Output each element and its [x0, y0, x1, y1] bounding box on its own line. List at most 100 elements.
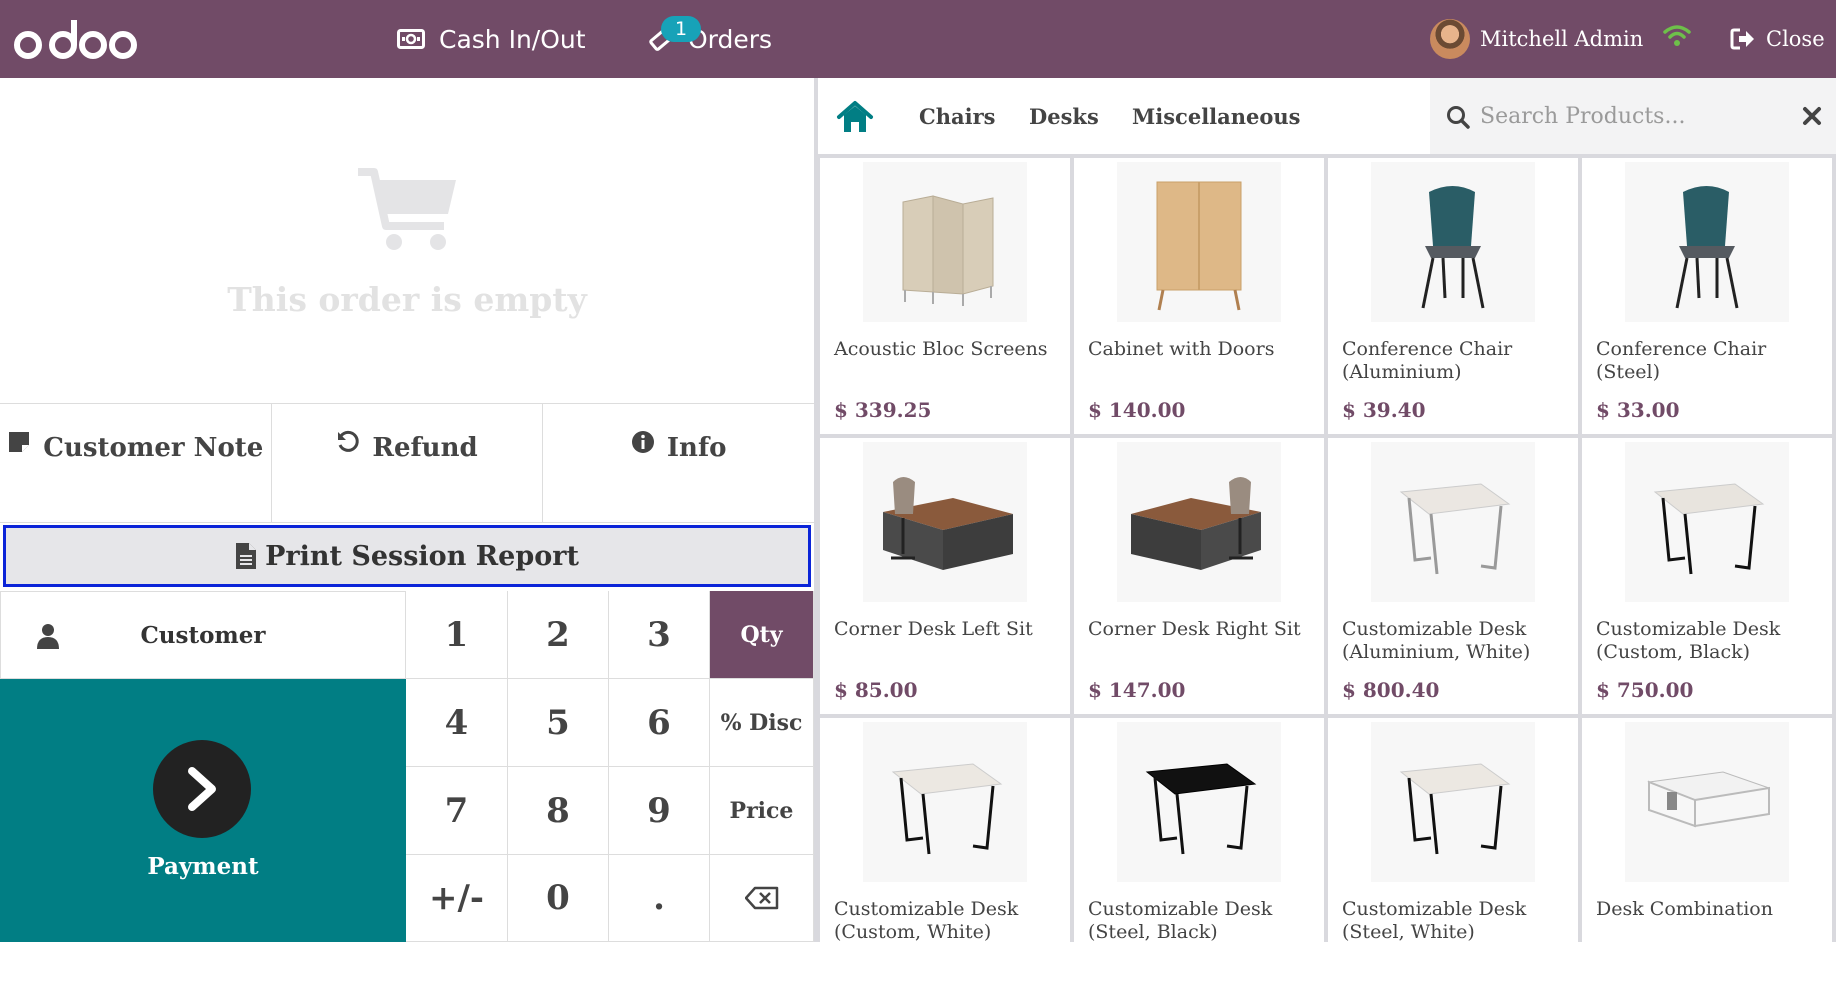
set-customer-button[interactable]: Customer	[0, 591, 406, 679]
product-card[interactable]: Customizable Desk (Steel, White)	[1328, 718, 1578, 994]
numpad-mode-price[interactable]: Price	[710, 767, 814, 855]
product-name: Cabinet with Doors	[1088, 338, 1275, 360]
product-image	[1625, 722, 1789, 882]
product-image	[1117, 162, 1281, 322]
product-name: Customizable Desk (Steel, White)	[1342, 898, 1527, 943]
numpad-key-2[interactable]: 2	[508, 591, 609, 679]
info-label: Info	[666, 433, 727, 463]
wifi-icon[interactable]	[1662, 24, 1692, 48]
numpad-key-9[interactable]: 9	[609, 767, 710, 855]
desk-black-legs-image	[1653, 483, 1765, 575]
numpad-key-7[interactable]: 7	[406, 767, 508, 855]
backspace-icon	[744, 886, 778, 910]
product-price: $ 750.00	[1596, 678, 1694, 702]
product-card[interactable]: Acoustic Bloc Screens $ 339.25	[820, 158, 1070, 434]
numpad-key-decimal[interactable]: .	[609, 855, 710, 942]
orders-count-badge: 1	[661, 16, 701, 42]
numpad-mode-qty[interactable]: Qty	[710, 591, 814, 679]
user-menu[interactable]: Mitchell Admin	[1430, 0, 1643, 78]
close-session-button[interactable]: Close	[1730, 0, 1825, 78]
cash-in-out-label: Cash In/Out	[439, 24, 586, 54]
product-price: $ 39.40	[1342, 398, 1426, 422]
product-price: $ 800.40	[1342, 678, 1440, 702]
print-session-report-label: Print Session Report	[265, 540, 579, 572]
cash-in-out-button[interactable]: Cash In/Out	[397, 0, 586, 78]
category-miscellaneous[interactable]: Miscellaneous	[1132, 78, 1300, 154]
product-card[interactable]: Corner Desk Right Sit $ 147.00	[1074, 438, 1324, 714]
acoustic-screen-image	[902, 195, 994, 306]
desk-black-legs-image	[1399, 763, 1511, 855]
top-navbar: Cash In/Out Orders 1 Mitchell Admin Clos…	[0, 0, 1836, 78]
product-image	[1625, 442, 1789, 602]
numpad-key-6[interactable]: 6	[609, 679, 710, 767]
product-name: Desk Combination	[1596, 898, 1773, 920]
undo-icon	[336, 416, 360, 476]
payment-label: Payment	[147, 853, 259, 880]
product-image	[863, 162, 1027, 322]
product-name: Customizable Desk (Aluminium, White)	[1342, 618, 1531, 663]
refund-button[interactable]: Refund	[272, 404, 544, 522]
product-card[interactable]: Cabinet with Doors $ 140.00	[1074, 158, 1324, 434]
product-card[interactable]: Conference Chair (Aluminium) $ 39.40	[1328, 158, 1578, 434]
product-image	[1117, 722, 1281, 882]
numpad-key-1[interactable]: 1	[406, 591, 508, 679]
close-label: Close	[1766, 27, 1825, 51]
info-icon	[631, 416, 655, 476]
product-card[interactable]: Customizable Desk (Custom, Black) $ 750.…	[1582, 438, 1832, 714]
numpad-key-3[interactable]: 3	[609, 591, 710, 679]
desk-combination-image	[1647, 771, 1770, 828]
print-session-report-button[interactable]: Print Session Report	[3, 525, 811, 587]
home-icon[interactable]	[836, 100, 874, 134]
product-price: $ 147.00	[1088, 678, 1186, 702]
corner-desk-image	[1131, 477, 1261, 570]
product-name: Customizable Desk (Custom, White)	[834, 898, 1019, 943]
category-chairs[interactable]: Chairs	[919, 78, 995, 154]
empty-order-area: This order is empty	[0, 78, 814, 403]
file-icon	[235, 542, 257, 570]
numpad-backspace[interactable]	[710, 855, 814, 942]
product-card[interactable]: Desk Combination	[1582, 718, 1832, 994]
product-name: Acoustic Bloc Screens	[834, 338, 1048, 360]
corner-desk-image	[883, 477, 1013, 570]
category-bar: Chairs Desks Miscellaneous	[818, 78, 1836, 154]
product-name: Customizable Desk (Custom, Black)	[1596, 618, 1781, 663]
product-card[interactable]: Customizable Desk (Custom, White)	[820, 718, 1070, 994]
product-card[interactable]: Customizable Desk (Steel, Black)	[1074, 718, 1324, 994]
product-name: Conference Chair (Steel)	[1596, 338, 1767, 383]
product-price: $ 33.00	[1596, 398, 1680, 422]
chair-image	[1421, 186, 1485, 309]
clear-search-icon[interactable]	[1802, 106, 1822, 126]
product-image	[1371, 162, 1535, 322]
info-button[interactable]: Info	[543, 404, 814, 522]
odoo-logo[interactable]	[14, 17, 140, 61]
empty-order-text: This order is empty	[227, 280, 587, 319]
product-card[interactable]: Corner Desk Left Sit $ 85.00	[820, 438, 1070, 714]
payment-button[interactable]: Payment	[0, 679, 406, 942]
product-card[interactable]: Customizable Desk (Aluminium, White) $ 8…	[1328, 438, 1578, 714]
numpad-key-8[interactable]: 8	[508, 767, 609, 855]
shopping-cart-icon	[358, 168, 456, 250]
product-grid: Acoustic Bloc Screens $ 339.25 Cabinet w…	[818, 158, 1836, 994]
product-name: Customizable Desk (Steel, Black)	[1088, 898, 1273, 943]
desk-black-legs-image	[891, 763, 1003, 855]
chair-image	[1675, 186, 1739, 309]
customer-label: Customer	[140, 621, 266, 649]
product-card[interactable]: Conference Chair (Steel) $ 33.00	[1582, 158, 1832, 434]
product-price: $ 85.00	[834, 678, 918, 702]
customer-note-button[interactable]: Customer Note	[0, 404, 272, 522]
product-panel: Chairs Desks Miscellaneous Acoust	[818, 78, 1836, 994]
payment-circle	[153, 740, 251, 838]
order-panel: This order is empty Customer Note Refund…	[0, 78, 814, 942]
numpad-key-0[interactable]: 0	[508, 855, 609, 942]
control-buttons: Customer Note Refund Info	[0, 403, 814, 523]
search-products-input[interactable]	[1480, 96, 1780, 136]
product-price: $ 140.00	[1088, 398, 1186, 422]
product-image	[1371, 722, 1535, 882]
numpad-key-5[interactable]: 5	[508, 679, 609, 767]
refund-label: Refund	[372, 433, 478, 463]
category-desks[interactable]: Desks	[1029, 78, 1099, 154]
numpad-key-plus-minus[interactable]: +/-	[406, 855, 508, 942]
numpad-mode-discount[interactable]: % Disc	[710, 679, 814, 767]
numpad-key-4[interactable]: 4	[406, 679, 508, 767]
product-name: Corner Desk Left Sit	[834, 618, 1033, 640]
